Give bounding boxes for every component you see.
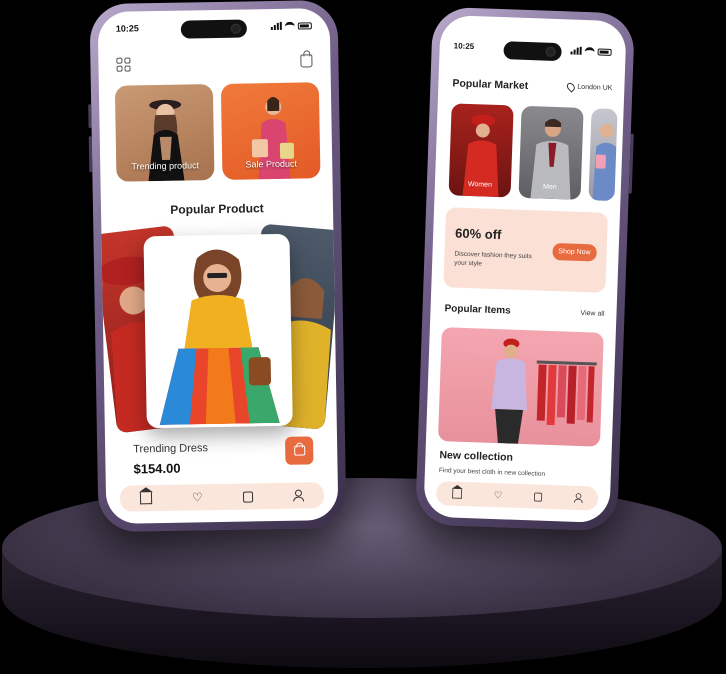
menu-grid-icon[interactable]	[116, 57, 131, 72]
promo-banner: 60% off Discover fashion they suits your…	[443, 207, 609, 293]
view-all-link[interactable]: View all	[580, 310, 604, 318]
dynamic-island	[180, 19, 248, 39]
featured-product-card[interactable]	[143, 233, 293, 429]
popular-items-header: Popular Items View all	[444, 303, 604, 323]
shop-now-button[interactable]: Shop Now	[552, 242, 597, 262]
right-phone: 10:25 Popular Market London UK Women Men…	[415, 6, 635, 532]
collection-subtitle: Find your best cloth in new collection	[438, 467, 546, 478]
category-card-women[interactable]: Women	[448, 103, 514, 198]
promo-description: Discover fashion they suits your style	[454, 250, 532, 268]
battery-icon	[597, 47, 612, 56]
new-collection-banner[interactable]	[437, 327, 604, 447]
status-time: 10:25	[453, 41, 475, 52]
category-label: Trending product	[131, 160, 200, 172]
location-selector[interactable]: London UK	[565, 81, 613, 93]
signal-icon	[270, 21, 282, 31]
market-header: Popular Market London UK	[452, 77, 612, 99]
volume-button	[88, 136, 93, 173]
shopping-bag-icon[interactable]	[300, 54, 313, 68]
left-phone: 10:25 Trending product Sale Product Popu…	[88, 0, 347, 533]
user-icon[interactable]	[292, 490, 304, 502]
bottom-nav: ♡	[119, 482, 325, 512]
status-time: 10:25	[115, 23, 139, 34]
category-card-more[interactable]	[588, 108, 618, 202]
heart-icon[interactable]: ♡	[191, 490, 203, 504]
left-screen: 10:25 Trending product Sale Product Popu…	[97, 8, 339, 524]
bag-icon	[293, 445, 305, 456]
category-card-men[interactable]: Men	[518, 105, 584, 200]
market-categories: Women Men	[448, 103, 624, 202]
right-screen: 10:25 Popular Market London UK Women Men…	[423, 14, 627, 524]
user-icon[interactable]	[573, 493, 583, 503]
location-pin-icon	[565, 81, 577, 93]
signal-icon	[570, 46, 582, 55]
add-to-cart-button[interactable]	[284, 436, 314, 465]
wifi-icon	[584, 46, 595, 56]
bag-icon[interactable]	[242, 490, 253, 503]
location-label: London UK	[577, 83, 613, 92]
dynamic-island	[503, 41, 562, 62]
collection-title: New collection	[439, 449, 514, 464]
product-price: $154.00	[133, 460, 181, 477]
product-carousel[interactable]	[97, 218, 339, 434]
power-button	[628, 133, 634, 194]
section-title: Popular Items	[444, 303, 511, 317]
product-name: Trending Dress	[133, 442, 209, 456]
category-card-trending[interactable]: Trending product	[114, 84, 215, 182]
bottom-nav: ♡	[435, 481, 599, 511]
home-icon[interactable]	[451, 488, 462, 499]
top-bar	[116, 54, 313, 73]
bag-icon[interactable]	[533, 492, 542, 502]
section-title: Popular Product	[170, 201, 264, 217]
volume-button	[88, 104, 92, 129]
page-title: Popular Market	[452, 77, 529, 92]
trending-dress-photo	[146, 236, 290, 426]
home-icon[interactable]	[139, 492, 152, 505]
category-label: Sale Product	[245, 158, 298, 170]
category-card-sale[interactable]: Sale Product	[220, 82, 321, 180]
wifi-icon	[284, 21, 295, 30]
promo-percent: 60% off	[454, 225, 502, 243]
heart-icon[interactable]: ♡	[493, 489, 503, 500]
battery-icon	[297, 21, 312, 30]
